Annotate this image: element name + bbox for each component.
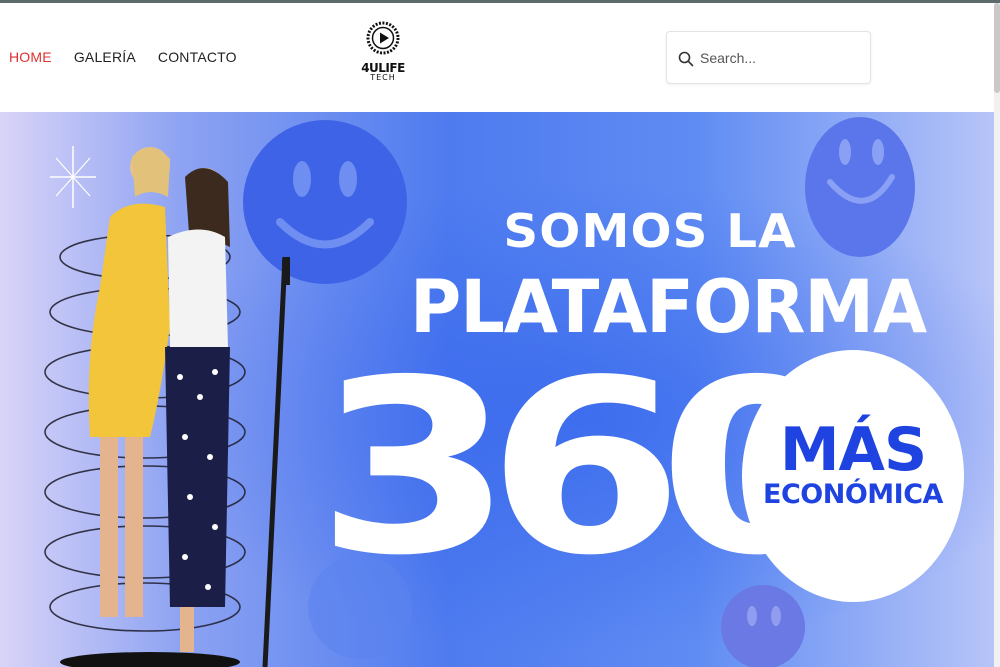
hero-badge-economica: ECONÓMICA xyxy=(763,479,943,510)
nav-galeria-link[interactable]: GALERÍA xyxy=(74,49,136,65)
logo-subtitle: TECH xyxy=(370,73,396,82)
hero-badge-mas: MÁS xyxy=(779,415,927,485)
nav-home-link[interactable]: HOME xyxy=(9,49,52,65)
hero-line-somos-la: SOMOS LA xyxy=(503,204,797,258)
search-icon xyxy=(678,51,694,67)
play-circle-icon xyxy=(366,21,400,55)
hero-people-image xyxy=(44,147,290,667)
search-box[interactable] xyxy=(666,31,871,84)
page-scrollbar[interactable] xyxy=(994,3,1000,667)
site-logo[interactable]: 4ULIFE TECH xyxy=(358,20,408,96)
site-header: HOME GALERÍA CONTACTO 4ULIFE TECH xyxy=(0,3,1000,112)
nav-contacto-link[interactable]: CONTACTO xyxy=(158,49,237,65)
search-input[interactable] xyxy=(700,46,860,70)
smiley-face-icon xyxy=(805,117,915,257)
scrollbar-thumb[interactable] xyxy=(994,3,1000,93)
main-nav: HOME GALERÍA CONTACTO xyxy=(9,49,237,65)
hero-banner: SOMOS LA PLATAFORMA 360 MÁS ECONÓMICA xyxy=(0,112,994,667)
